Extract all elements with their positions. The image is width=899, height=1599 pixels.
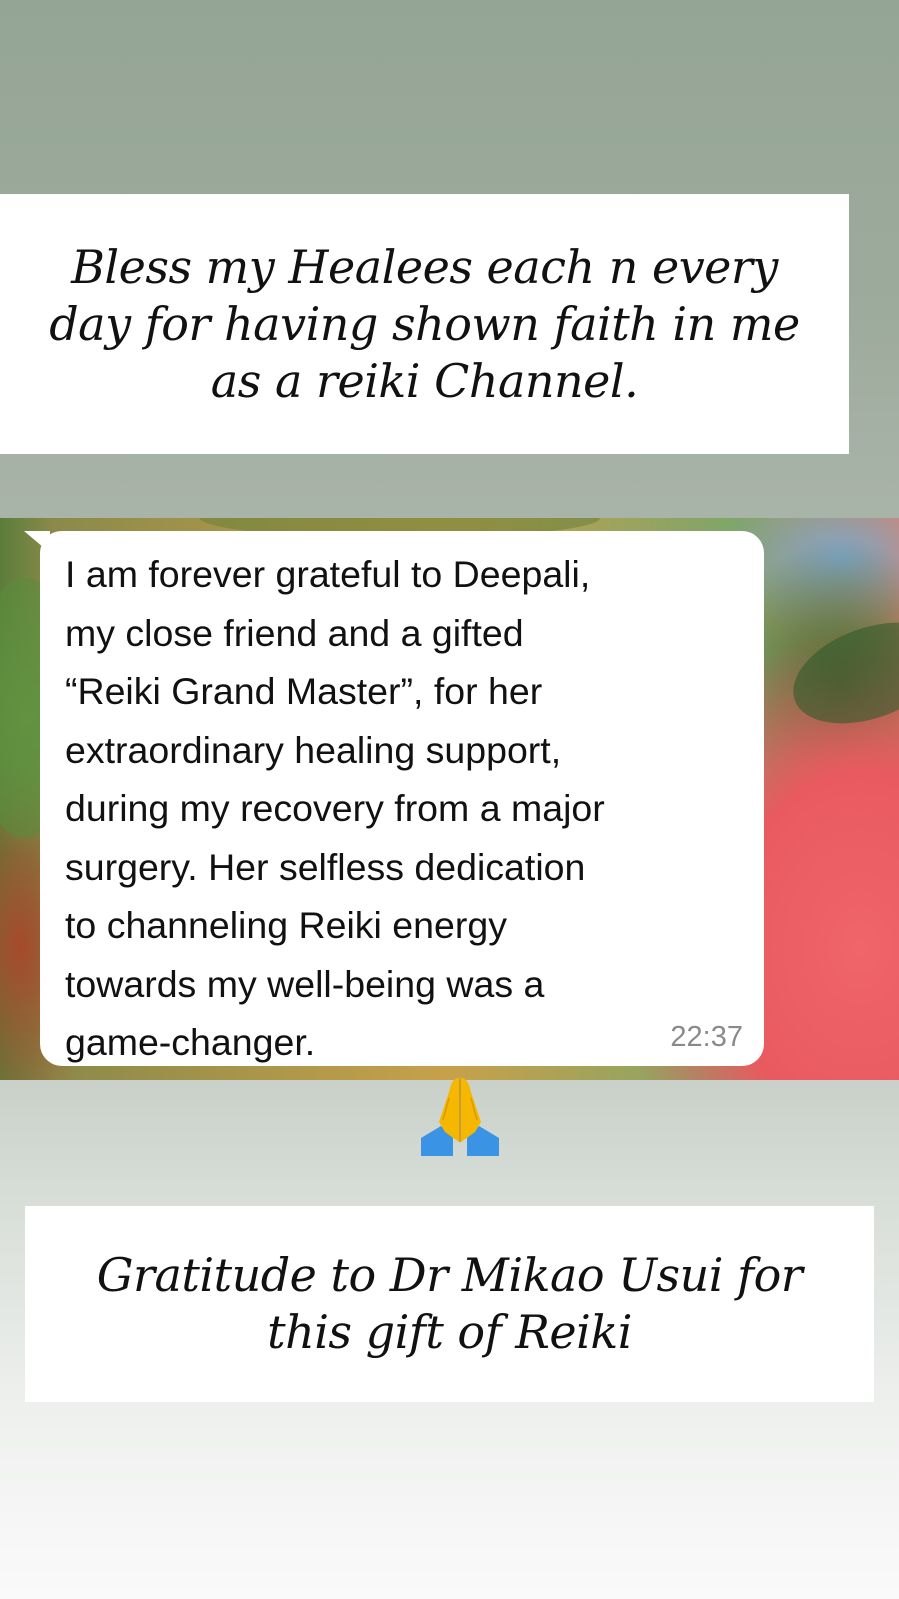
top-quote-card: Bless my Healees each n every day for ha… <box>0 194 849 454</box>
bottom-quote-text: Gratitude to Dr Mikao Usui for this gift… <box>96 1248 803 1359</box>
message-text: I am forever grateful to Deepali, my clo… <box>65 553 605 1063</box>
bottom-quote-card: Gratitude to Dr Mikao Usui for this gift… <box>25 1206 874 1402</box>
folded-hands-icon <box>421 1078 499 1156</box>
top-quote-text: Bless my Healees each n every day for ha… <box>49 239 800 408</box>
message-bubble: I am forever grateful to Deepali, my clo… <box>24 531 764 1066</box>
bubble-tail <box>24 531 50 553</box>
chat-screenshot: I am forever grateful to Deepali, my clo… <box>0 518 899 1080</box>
background-leaf <box>779 603 899 743</box>
message-timestamp: 22:37 <box>670 1021 743 1053</box>
